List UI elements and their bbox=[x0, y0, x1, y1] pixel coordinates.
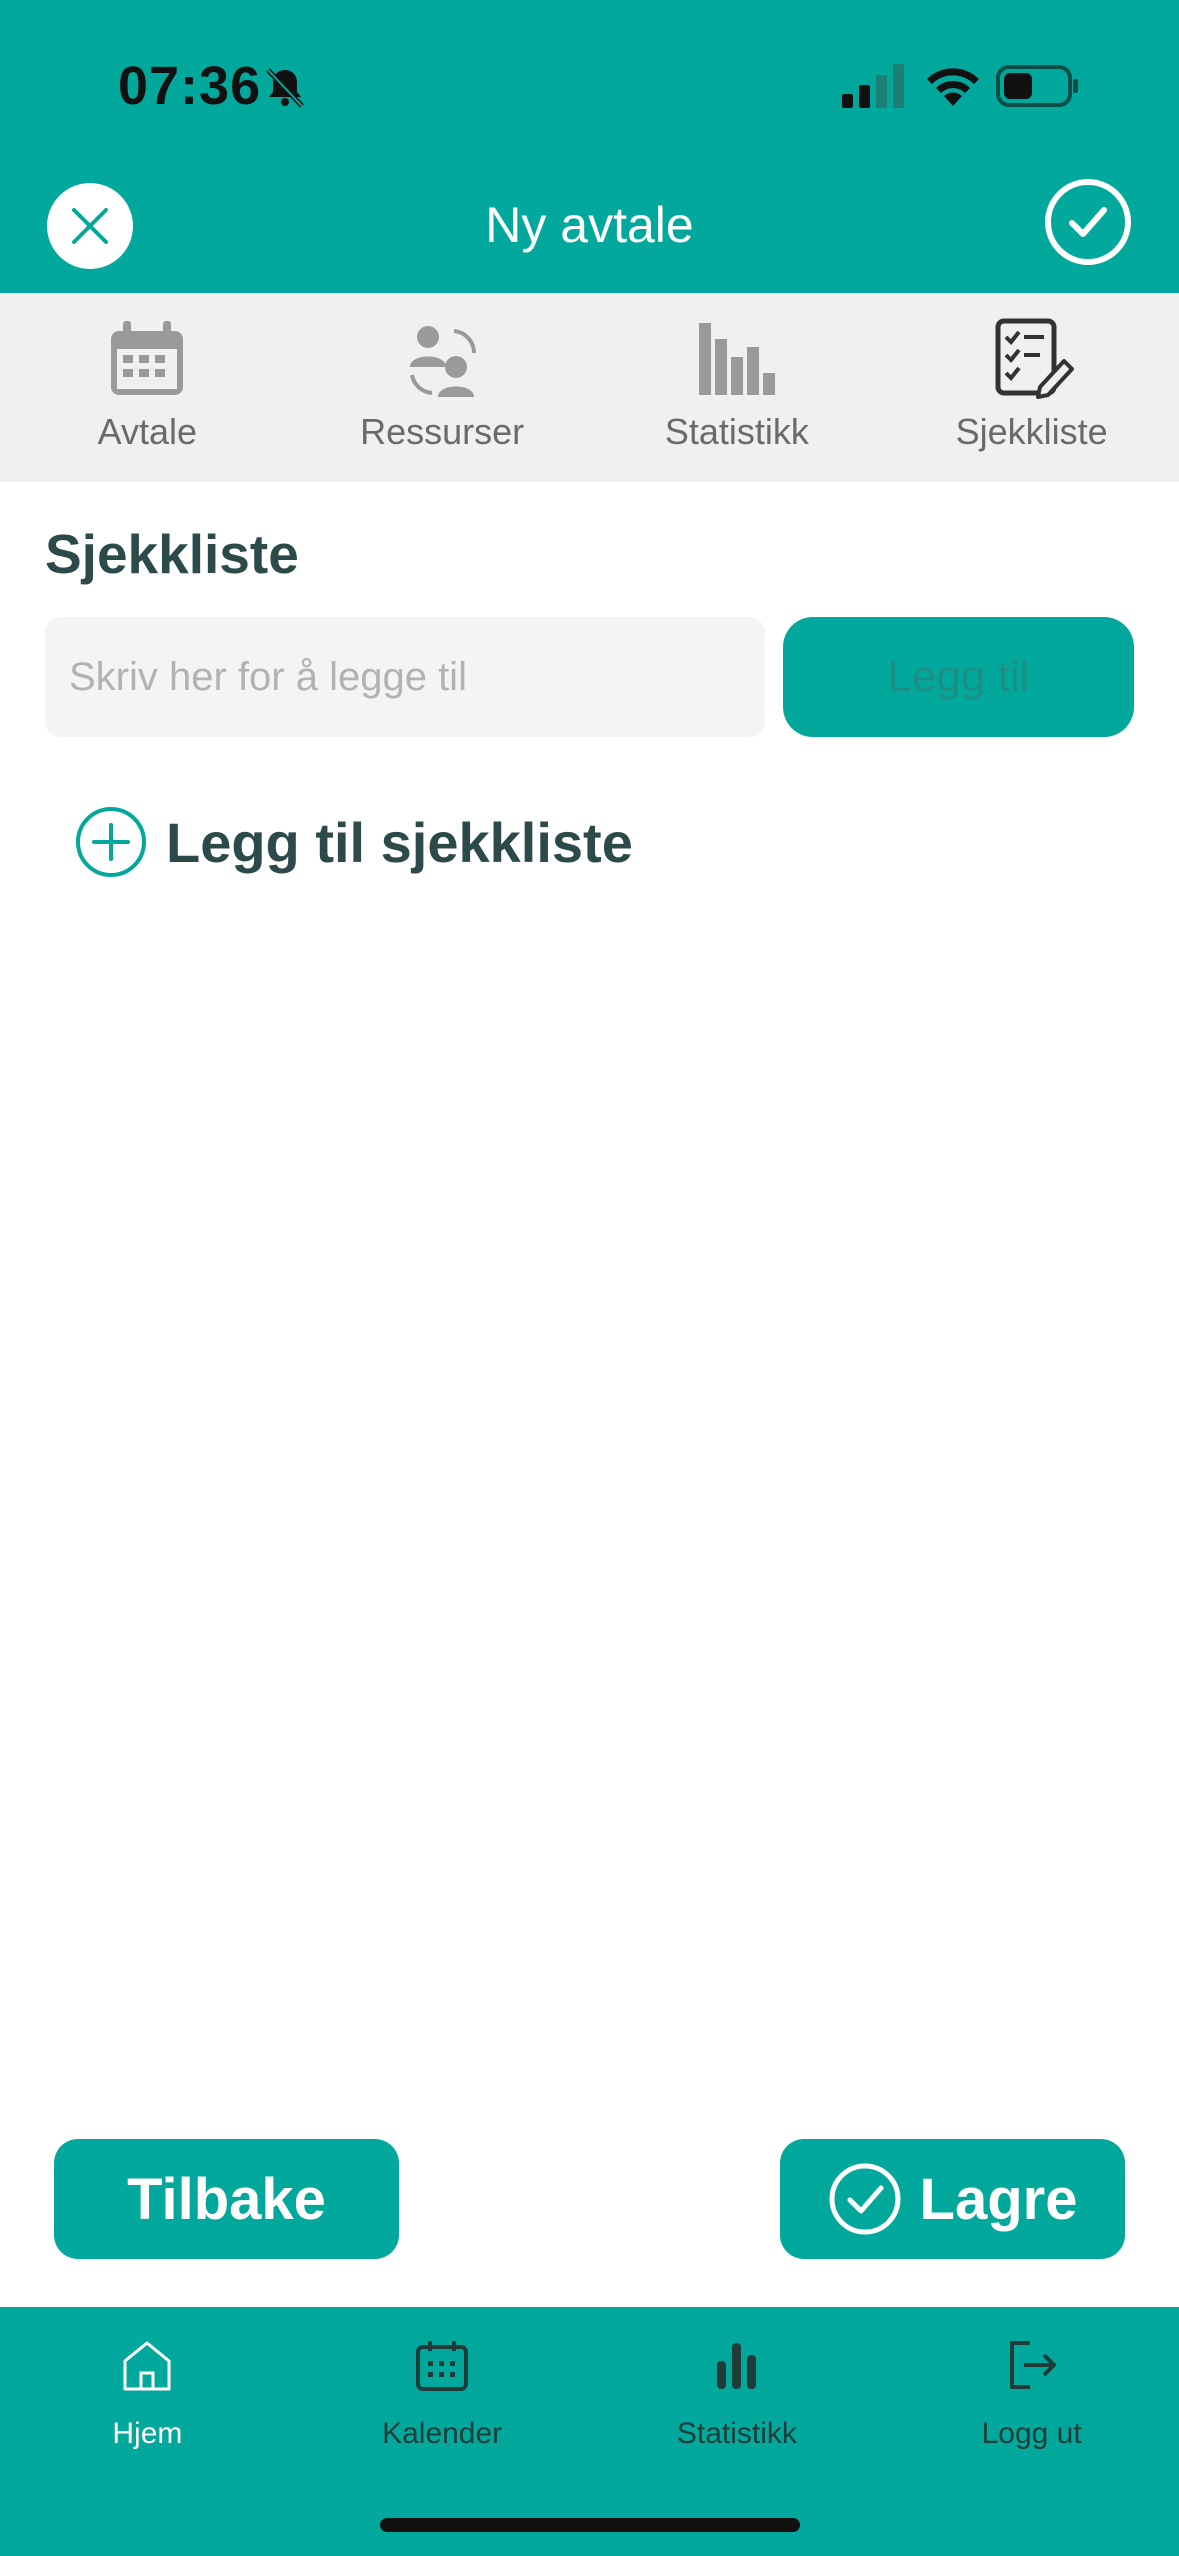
checklist-item-input[interactable] bbox=[45, 617, 765, 737]
nav-item-hjem[interactable]: Hjem bbox=[0, 2307, 295, 2487]
page-title: Ny avtale bbox=[485, 197, 694, 253]
signal-icon bbox=[842, 64, 904, 108]
back-button[interactable]: Tilbake bbox=[54, 2139, 399, 2259]
tab-bar: Avtale Ressurser Statistikk Sjekkliste bbox=[0, 293, 1179, 482]
status-time: 07:36 bbox=[118, 56, 262, 116]
bar-chart-icon bbox=[716, 2343, 756, 2389]
nav-item-statistikk[interactable]: Statistikk bbox=[590, 2307, 885, 2487]
bell-muted-icon bbox=[266, 68, 304, 108]
wifi-icon bbox=[927, 68, 979, 106]
save-button[interactable]: Lagre bbox=[780, 2139, 1125, 2259]
tab-ressurser[interactable]: Ressurser bbox=[295, 293, 590, 482]
tab-label: Statistikk bbox=[664, 411, 809, 452]
battery-icon bbox=[996, 65, 1078, 107]
logout-icon bbox=[1009, 2341, 1056, 2389]
header: 07:36 Ny avtale bbox=[0, 0, 1179, 293]
nav-label: Logg ut bbox=[981, 2417, 1082, 2450]
nav-label: Statistikk bbox=[676, 2417, 797, 2450]
plus-circle-icon bbox=[76, 807, 146, 877]
home-indicator bbox=[380, 2518, 800, 2532]
save-label: Lagre bbox=[919, 2166, 1078, 2232]
resources-icon bbox=[410, 326, 477, 397]
nav-item-kalender[interactable]: Kalender bbox=[295, 2307, 590, 2487]
confirm-button[interactable] bbox=[1045, 179, 1131, 265]
checklist-icon bbox=[995, 318, 1074, 399]
tab-label: Avtale bbox=[97, 411, 198, 452]
calendar-icon bbox=[111, 321, 184, 395]
tab-label: Ressurser bbox=[360, 411, 525, 452]
section-title: Sjekkliste bbox=[45, 523, 299, 585]
add-item-button[interactable]: Legg til bbox=[783, 617, 1134, 737]
home-icon bbox=[123, 2341, 171, 2391]
bar-chart-icon bbox=[698, 323, 775, 395]
tab-statistikk[interactable]: Statistikk bbox=[590, 293, 885, 482]
add-checklist-label: Legg til sjekkliste bbox=[166, 810, 633, 874]
check-icon bbox=[1069, 207, 1107, 237]
check-circle-icon bbox=[829, 2163, 901, 2235]
calendar-icon bbox=[416, 2341, 469, 2391]
screen: 07:36 Ny avtale Avtale Ressurser Statist… bbox=[0, 0, 1179, 2556]
nav-label: Kalender bbox=[382, 2417, 503, 2450]
nav-item-logg-ut[interactable]: Logg ut bbox=[884, 2307, 1179, 2487]
tab-sjekkliste[interactable]: Sjekkliste bbox=[884, 293, 1179, 482]
add-checklist-button[interactable]: Legg til sjekkliste bbox=[74, 805, 633, 879]
tab-avtale[interactable]: Avtale bbox=[0, 293, 295, 482]
tab-label: Sjekkliste bbox=[955, 411, 1108, 452]
nav-label: Hjem bbox=[112, 2417, 183, 2450]
